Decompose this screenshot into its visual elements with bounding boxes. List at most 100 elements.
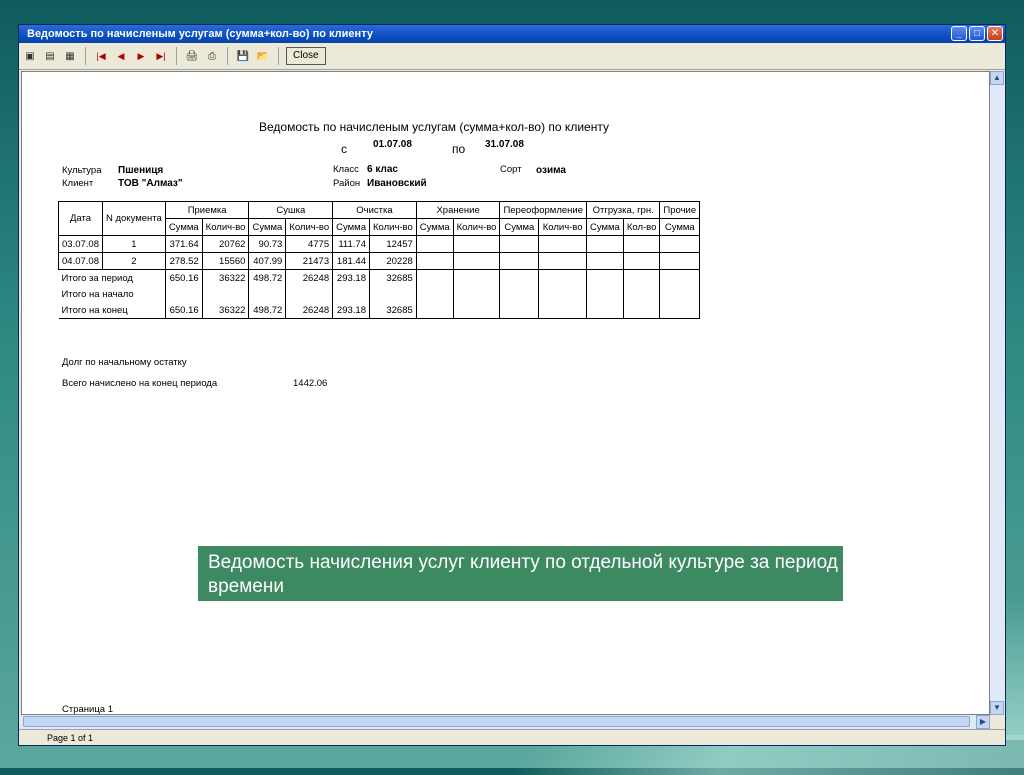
- caption-text: Ведомость начисления услуг клиенту по от…: [208, 552, 838, 597]
- col-qty: Колич-во: [201, 218, 250, 236]
- cell-value: 20762: [201, 235, 250, 253]
- col-group-intake: Приемка: [164, 201, 250, 219]
- col-doc: N документа: [101, 201, 166, 236]
- cell-empty: [538, 286, 587, 302]
- cell-empty: [452, 252, 501, 270]
- cell-empty: [659, 286, 701, 302]
- cell-empty: [622, 302, 661, 319]
- total-label: Итого на конец: [58, 302, 166, 319]
- cell-empty: [585, 252, 624, 270]
- close-window-icon[interactable]: ✕: [987, 26, 1003, 41]
- class-value: 6 клас: [367, 164, 398, 175]
- last-page-icon[interactable]: ▶|: [153, 48, 169, 64]
- next-page-icon[interactable]: ▶: [133, 48, 149, 64]
- scroll-thumb[interactable]: [23, 716, 970, 727]
- first-page-icon[interactable]: |◀: [93, 48, 109, 64]
- cell-value: 90.73: [248, 235, 287, 253]
- culture-value: Пшениця: [118, 165, 164, 176]
- col-group-reissue: Переоформление: [499, 201, 587, 219]
- col-date: Дата: [58, 201, 103, 236]
- close-button[interactable]: Close: [286, 47, 326, 65]
- cell-empty: [585, 269, 624, 286]
- total-value: 650.16: [164, 302, 203, 319]
- cell-empty: [538, 302, 587, 319]
- window-title: Ведомость по начисленым услугам (сумма+к…: [27, 28, 373, 40]
- col-qty: Колич-во: [285, 218, 334, 236]
- toolbar-separator: [227, 47, 228, 65]
- report-preview[interactable]: Ведомость по начисленым услугам (сумма+к…: [21, 71, 990, 715]
- print-icon[interactable]: ⎙: [204, 48, 220, 64]
- printer-setup-icon[interactable]: 🖨: [184, 48, 200, 64]
- cell-empty: [659, 269, 701, 286]
- cell-empty: [415, 235, 454, 253]
- cell-empty: [499, 286, 540, 302]
- totals-row: Итого на начало: [58, 286, 701, 302]
- total-value: 26248: [285, 269, 334, 286]
- total-value: 26248: [285, 302, 334, 319]
- cell-empty: [415, 252, 454, 270]
- cell-empty: [538, 235, 587, 253]
- total-value: 293.18: [332, 302, 370, 319]
- cell-value: 20228: [368, 252, 417, 270]
- whole-page-icon[interactable]: ▣: [22, 48, 38, 64]
- zoom-100-icon[interactable]: ▦: [62, 48, 78, 64]
- cell-doc: 1: [101, 235, 166, 253]
- save-icon[interactable]: 💾: [235, 48, 251, 64]
- scroll-up-icon[interactable]: ▲: [990, 71, 1004, 85]
- cell-empty: [499, 302, 540, 319]
- cell-empty: [452, 286, 501, 302]
- col-group-shipment: Отгрузка, грн.: [585, 201, 661, 219]
- cell-empty: [452, 302, 501, 319]
- col-sum: Сумма: [585, 218, 624, 236]
- total-value: 498.72: [248, 302, 287, 319]
- total-value: 498.72: [248, 269, 287, 286]
- cell-empty: [452, 235, 501, 253]
- open-icon[interactable]: 📂: [255, 48, 271, 64]
- total-value: 650.16: [164, 269, 203, 286]
- to-label: по: [452, 142, 466, 156]
- cell-empty: [622, 235, 661, 253]
- cell-empty: [499, 252, 540, 270]
- scroll-down-icon[interactable]: ▼: [990, 701, 1004, 715]
- col-group-drying: Сушка: [248, 201, 334, 219]
- col-group-cleaning: Очистка: [332, 201, 417, 219]
- to-date: 31.07.08: [485, 139, 524, 150]
- page-status: Page 1 of 1: [47, 733, 94, 743]
- totals-row: Итого за период 650.16 36322 498.72 2624…: [58, 269, 701, 286]
- total-value: [332, 286, 370, 302]
- horizontal-scrollbar[interactable]: ▶: [21, 715, 990, 729]
- prev-page-icon[interactable]: ◀: [113, 48, 129, 64]
- total-value: [368, 286, 417, 302]
- cell-empty: [415, 286, 454, 302]
- culture-label: Культура: [62, 165, 102, 176]
- cell-date: 03.07.08: [58, 235, 103, 253]
- cell-empty: [585, 286, 624, 302]
- cell-empty: [585, 302, 624, 319]
- cell-empty: [538, 252, 587, 270]
- total-value: 36322: [201, 269, 250, 286]
- col-sum: Сумма: [415, 218, 454, 236]
- total-value: 293.18: [332, 269, 370, 286]
- total-value: 36322: [201, 302, 250, 319]
- toolbar-separator: [176, 47, 177, 65]
- col-group-other: Прочие: [659, 201, 701, 219]
- district-label: Район: [333, 178, 361, 189]
- toolbar-separator: [85, 47, 86, 65]
- col-sum: Сумма: [499, 218, 540, 236]
- total-label: Итого на начало: [58, 286, 166, 302]
- maximize-icon[interactable]: □: [969, 26, 985, 41]
- services-table: Дата N документа Приемка Сушка Очистка Х…: [58, 201, 701, 319]
- title-bar: Ведомость по начисленым услугам (сумма+к…: [19, 25, 1005, 43]
- scroll-right-icon[interactable]: ▶: [976, 715, 990, 729]
- cell-empty: [622, 269, 661, 286]
- col-qty: Колич-во: [368, 218, 417, 236]
- caption-box: Ведомость начисления услуг клиенту по от…: [198, 546, 843, 601]
- total-accrued-value: 1442.06: [293, 378, 328, 389]
- page-width-icon[interactable]: ▤: [42, 48, 58, 64]
- cell-value: 278.52: [164, 252, 203, 270]
- cell-empty: [585, 235, 624, 253]
- cell-value: 181.44: [332, 252, 370, 270]
- minimize-icon[interactable]: _: [951, 26, 967, 41]
- total-value: 32685: [368, 269, 417, 286]
- vertical-scrollbar[interactable]: ▲ ▼: [990, 71, 1004, 715]
